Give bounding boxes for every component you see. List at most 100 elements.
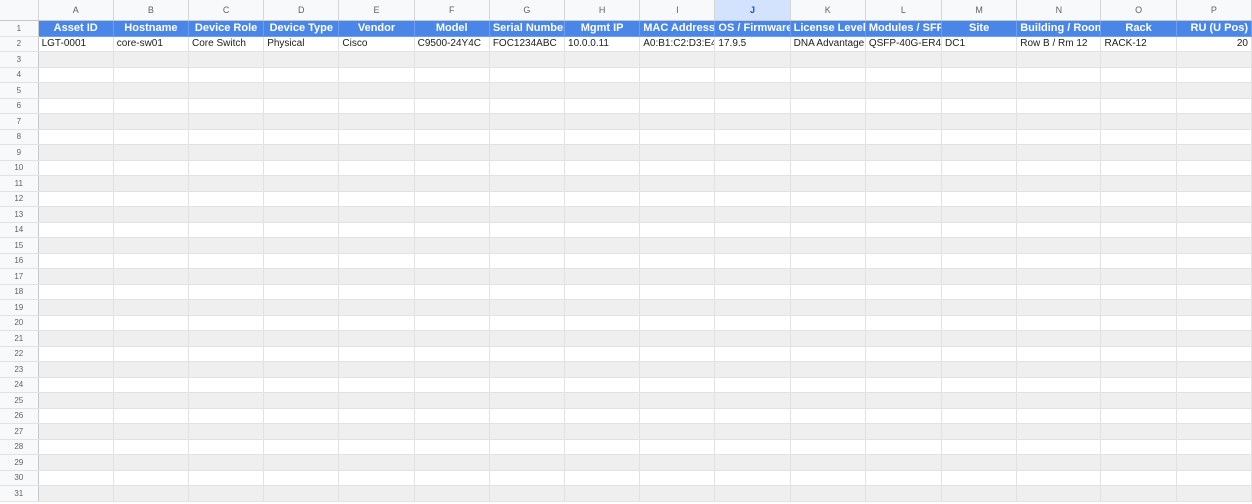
data-cell[interactable] xyxy=(790,439,866,455)
data-cell[interactable] xyxy=(188,160,265,176)
column-letter-f[interactable]: F xyxy=(414,0,490,21)
data-cell[interactable] xyxy=(714,144,791,161)
data-cell[interactable] xyxy=(38,485,114,502)
data-cell[interactable] xyxy=(865,191,943,207)
data-cell[interactable] xyxy=(263,82,340,99)
data-cell[interactable] xyxy=(188,315,265,331)
data-cell[interactable] xyxy=(338,392,415,409)
data-cell[interactable] xyxy=(790,253,866,269)
data-cell[interactable] xyxy=(113,206,190,223)
data-cell[interactable] xyxy=(865,113,943,130)
row-number[interactable]: 4 xyxy=(0,67,39,83)
data-cell[interactable] xyxy=(489,408,566,424)
data-cell[interactable] xyxy=(714,408,791,424)
data-cell[interactable] xyxy=(113,253,190,269)
data-cell[interactable] xyxy=(38,67,114,83)
data-cell[interactable]: RACK-12 xyxy=(1100,36,1177,52)
data-cell[interactable] xyxy=(489,315,566,331)
data-cell[interactable] xyxy=(338,439,415,455)
data-cell[interactable] xyxy=(263,222,340,238)
data-cell[interactable] xyxy=(263,206,340,223)
data-cell[interactable] xyxy=(113,222,190,238)
data-cell[interactable] xyxy=(1176,191,1252,207)
data-cell[interactable] xyxy=(414,454,490,471)
data-cell[interactable] xyxy=(414,98,490,114)
header-cell[interactable]: Device Type xyxy=(263,20,340,37)
data-cell[interactable] xyxy=(414,160,490,176)
data-cell[interactable] xyxy=(564,392,641,409)
data-cell[interactable] xyxy=(865,392,943,409)
data-cell[interactable] xyxy=(790,408,866,424)
row-number[interactable]: 8 xyxy=(0,129,39,145)
data-cell[interactable] xyxy=(564,268,641,285)
data-cell[interactable] xyxy=(188,361,265,378)
data-cell[interactable] xyxy=(639,485,716,502)
data-cell[interactable] xyxy=(38,423,114,440)
column-letter-h[interactable]: H xyxy=(564,0,641,21)
data-cell[interactable] xyxy=(941,330,1018,347)
row-number[interactable]: 11 xyxy=(0,175,39,192)
data-cell[interactable] xyxy=(941,113,1018,130)
data-cell[interactable] xyxy=(38,470,114,486)
data-cell[interactable] xyxy=(865,98,943,114)
data-cell[interactable] xyxy=(338,470,415,486)
data-cell[interactable] xyxy=(639,253,716,269)
data-cell[interactable] xyxy=(714,346,791,362)
data-cell[interactable] xyxy=(714,129,791,145)
data-cell[interactable] xyxy=(188,253,265,269)
data-cell[interactable] xyxy=(338,377,415,393)
data-cell[interactable] xyxy=(1100,268,1177,285)
data-cell[interactable] xyxy=(639,237,716,254)
data-cell[interactable] xyxy=(1016,206,1102,223)
data-cell[interactable] xyxy=(1100,454,1177,471)
data-cell[interactable] xyxy=(489,485,566,502)
data-cell[interactable] xyxy=(865,160,943,176)
data-cell[interactable] xyxy=(941,315,1018,331)
data-cell[interactable]: DNA Advantage xyxy=(790,36,866,52)
column-letter-d[interactable]: D xyxy=(263,0,340,21)
header-cell[interactable]: Rack xyxy=(1100,20,1177,37)
data-cell[interactable] xyxy=(338,144,415,161)
data-cell[interactable] xyxy=(489,346,566,362)
data-cell[interactable] xyxy=(113,470,190,486)
data-cell[interactable] xyxy=(941,222,1018,238)
data-cell[interactable] xyxy=(941,51,1018,68)
data-cell[interactable] xyxy=(1016,284,1102,300)
data-cell[interactable] xyxy=(941,408,1018,424)
data-cell[interactable] xyxy=(941,82,1018,99)
data-cell[interactable] xyxy=(865,377,943,393)
data-cell[interactable] xyxy=(1016,377,1102,393)
data-cell[interactable] xyxy=(263,485,340,502)
data-cell[interactable] xyxy=(790,175,866,192)
data-cell[interactable] xyxy=(865,51,943,68)
data-cell[interactable] xyxy=(414,485,490,502)
data-cell[interactable] xyxy=(38,268,114,285)
data-cell[interactable] xyxy=(489,423,566,440)
data-cell[interactable] xyxy=(564,408,641,424)
data-cell[interactable] xyxy=(790,129,866,145)
row-number[interactable]: 13 xyxy=(0,206,39,223)
data-cell[interactable] xyxy=(639,268,716,285)
data-cell[interactable] xyxy=(414,67,490,83)
row-number[interactable]: 22 xyxy=(0,346,39,362)
data-cell[interactable] xyxy=(489,82,566,99)
data-cell[interactable]: Physical xyxy=(263,36,340,52)
data-cell[interactable] xyxy=(338,454,415,471)
row-number[interactable]: 28 xyxy=(0,439,39,455)
data-cell[interactable] xyxy=(38,129,114,145)
data-cell[interactable] xyxy=(414,222,490,238)
column-letter-l[interactable]: L xyxy=(865,0,943,21)
data-cell[interactable] xyxy=(639,206,716,223)
row-number[interactable]: 24 xyxy=(0,377,39,393)
data-cell[interactable] xyxy=(1016,51,1102,68)
data-cell[interactable] xyxy=(1100,98,1177,114)
data-cell[interactable] xyxy=(1100,392,1177,409)
data-cell[interactable] xyxy=(414,470,490,486)
data-cell[interactable] xyxy=(1176,175,1252,192)
data-cell[interactable] xyxy=(639,361,716,378)
data-cell[interactable] xyxy=(1176,268,1252,285)
row-number[interactable]: 12 xyxy=(0,191,39,207)
data-cell[interactable] xyxy=(263,423,340,440)
data-cell[interactable] xyxy=(38,144,114,161)
data-cell[interactable] xyxy=(1176,299,1252,316)
